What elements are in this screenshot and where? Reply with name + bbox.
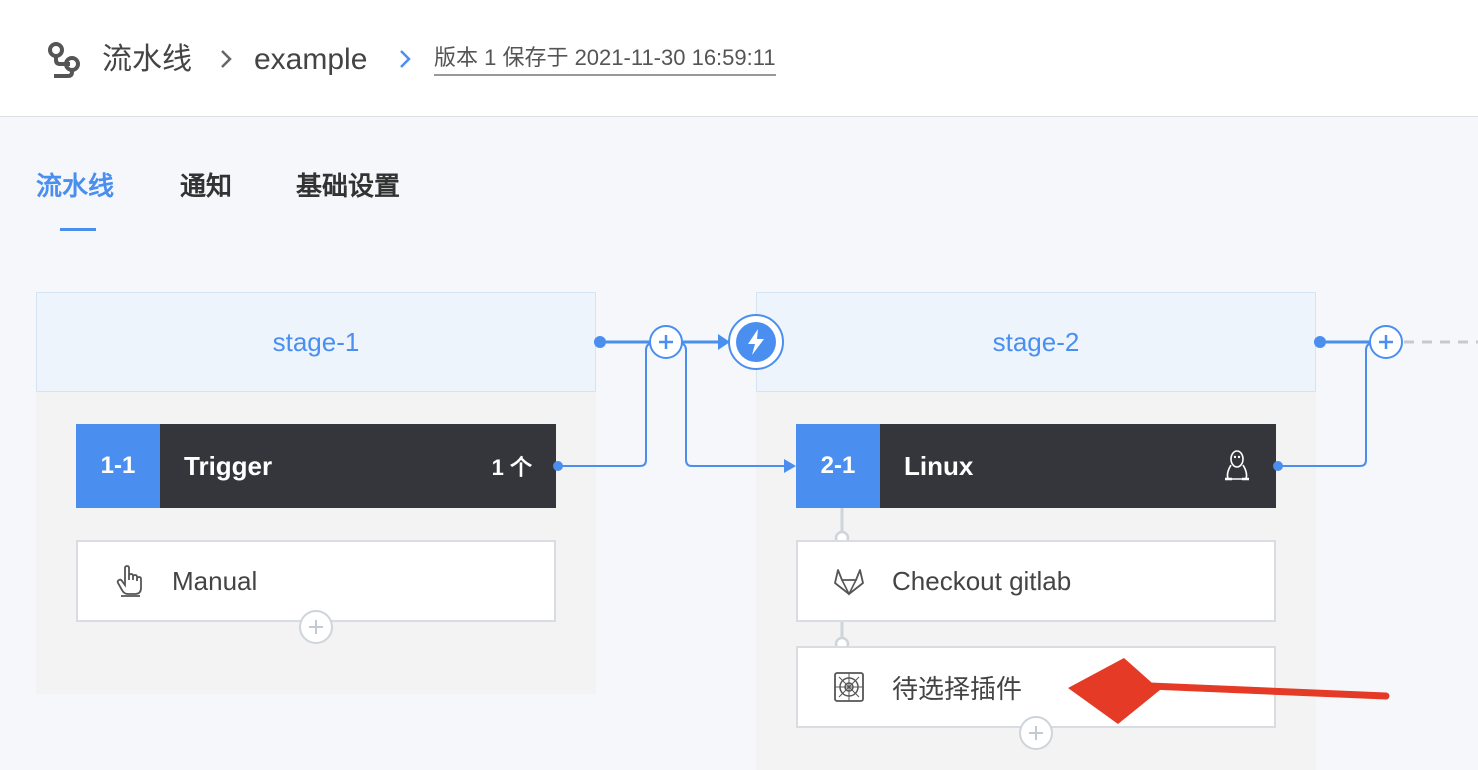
add-stage-button[interactable] [649, 325, 683, 359]
plugin-label: Checkout gitlab [892, 565, 1072, 596]
tab-pipeline[interactable]: 流水线 [36, 166, 114, 203]
plugin-checkout-gitlab[interactable]: Checkout gitlab [796, 540, 1276, 622]
stage-trigger-button[interactable] [728, 314, 784, 370]
chevron-right-icon [221, 50, 232, 68]
plus-icon [309, 620, 323, 634]
gitlab-icon [834, 569, 864, 596]
breadcrumb-pipeline-name[interactable]: example [254, 40, 367, 80]
linux-icon [1225, 450, 1249, 481]
version-info[interactable]: 版本 1 保存于 2021-11-30 16:59:11 [434, 42, 776, 76]
hand-pointer-icon [116, 565, 142, 597]
job-count: 1 个 [491, 455, 532, 480]
job-id: 1-1 [76, 424, 160, 508]
top-bar: 流水线 example 版本 1 保存于 2021-11-30 16:59:11 [0, 0, 1478, 117]
stage-1-header[interactable]: stage-1 [36, 292, 596, 392]
plugin-placeholder-icon [834, 672, 864, 702]
add-plugin-button[interactable] [299, 610, 333, 644]
job-id: 2-1 [796, 424, 880, 508]
add-plugin-button[interactable] [1019, 716, 1053, 750]
active-tab-indicator [60, 228, 96, 231]
plugin-label: 待选择插件 [892, 673, 1023, 704]
chevron-right-icon [400, 50, 411, 68]
tab-notification[interactable]: 通知 [180, 166, 232, 203]
stage-2-header[interactable]: stage-2 [756, 292, 1316, 392]
job-2-1[interactable]: 2-1 Linux [796, 424, 1276, 508]
plus-icon [659, 335, 673, 349]
breadcrumb-pipeline[interactable]: 流水线 [102, 40, 192, 80]
plugin-label: Manual [172, 565, 258, 596]
job-1-1[interactable]: 1-1 Trigger 1 个 [76, 424, 556, 508]
plus-icon [1029, 726, 1043, 740]
pipeline-logo-icon [48, 42, 80, 78]
job-name: Linux [904, 450, 974, 481]
plus-icon [1379, 335, 1393, 349]
job-name: Trigger [184, 450, 273, 481]
add-stage-button[interactable] [1369, 325, 1403, 359]
lightning-icon [748, 329, 764, 355]
tab-basic-settings[interactable]: 基础设置 [296, 166, 400, 203]
